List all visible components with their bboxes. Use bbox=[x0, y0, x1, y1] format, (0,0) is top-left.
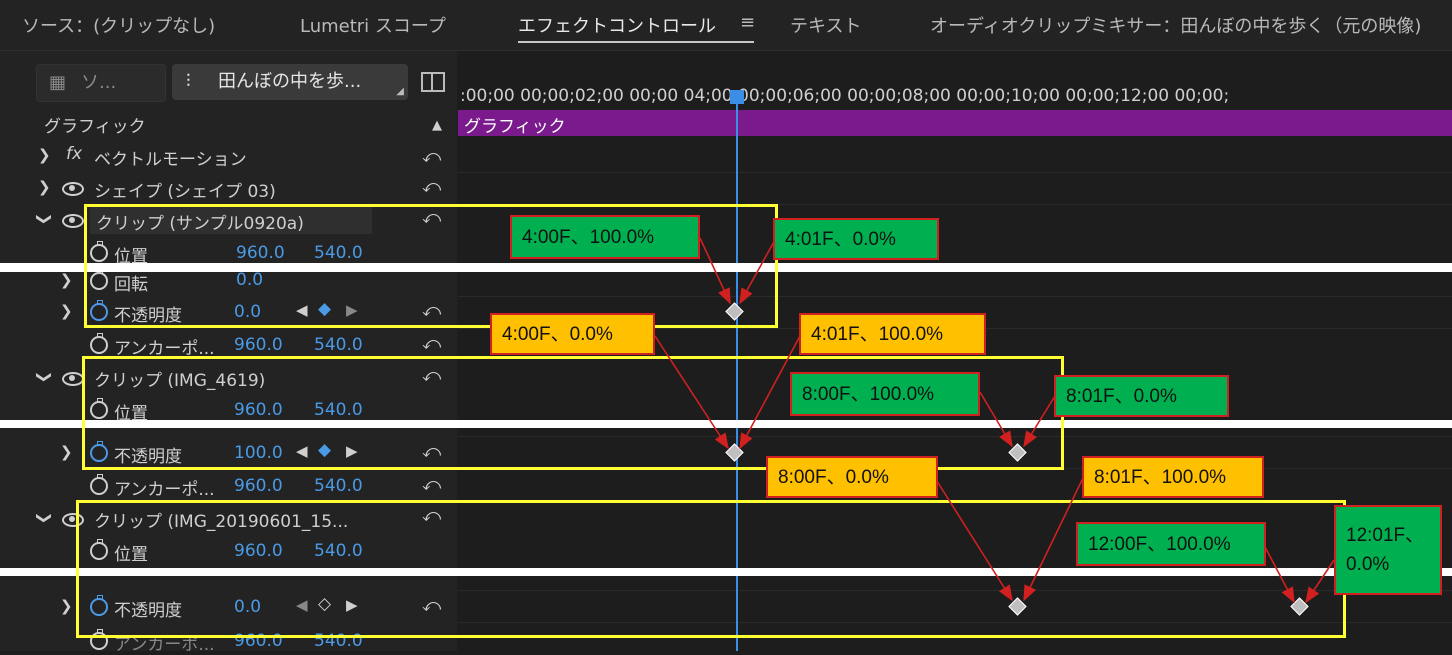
callout-keyframe-8-01-100: 8:01F、100.0% bbox=[1082, 456, 1264, 498]
callout-line-1: 12:01F、 bbox=[1346, 525, 1425, 546]
callout-keyframe-4-00-0: 4:00F、0.0% bbox=[490, 313, 655, 355]
callout-keyframe-4-01-100: 4:01F、100.0% bbox=[799, 313, 986, 355]
callout-keyframe-8-00-0: 8:00F、0.0% bbox=[766, 456, 938, 498]
callout-keyframe-8-01-0: 8:01F、0.0% bbox=[1054, 375, 1229, 417]
callout-keyframe-12-00-100: 12:00F、100.0% bbox=[1076, 522, 1266, 566]
callout-line-2: 0.0% bbox=[1346, 553, 1390, 575]
callout-keyframe-12-01-0: 12:01F、 0.0% bbox=[1334, 505, 1442, 595]
callout-keyframe-8-00-100: 8:00F、100.0% bbox=[790, 372, 980, 416]
callout-keyframe-4-01-0: 4:01F、0.0% bbox=[773, 218, 939, 260]
callout-keyframe-4-00-100: 4:00F、100.0% bbox=[510, 215, 700, 259]
